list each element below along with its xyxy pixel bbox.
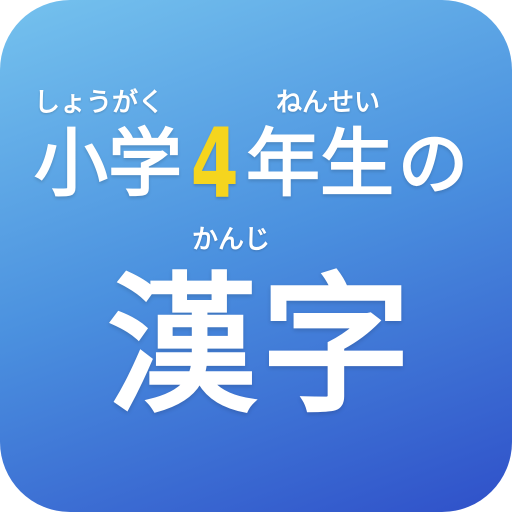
- main-word-kanji: 漢字: [106, 260, 415, 434]
- title-nensei: 年生: [246, 121, 394, 207]
- grade-number: 4: [190, 108, 239, 220]
- title-row: 小学 4 年生 の: [34, 116, 484, 212]
- ruby-nensei: ねんせい: [276, 88, 381, 118]
- ruby-kanji: かんじ: [192, 225, 271, 255]
- app-icon[interactable]: しょうがく ねんせい 小学 4 年生 の かんじ 漢字: [0, 0, 512, 512]
- title-particle: の: [398, 123, 468, 205]
- ruby-shogaku: しょうがく: [34, 88, 165, 118]
- title-shogaku: 小学: [34, 121, 182, 207]
